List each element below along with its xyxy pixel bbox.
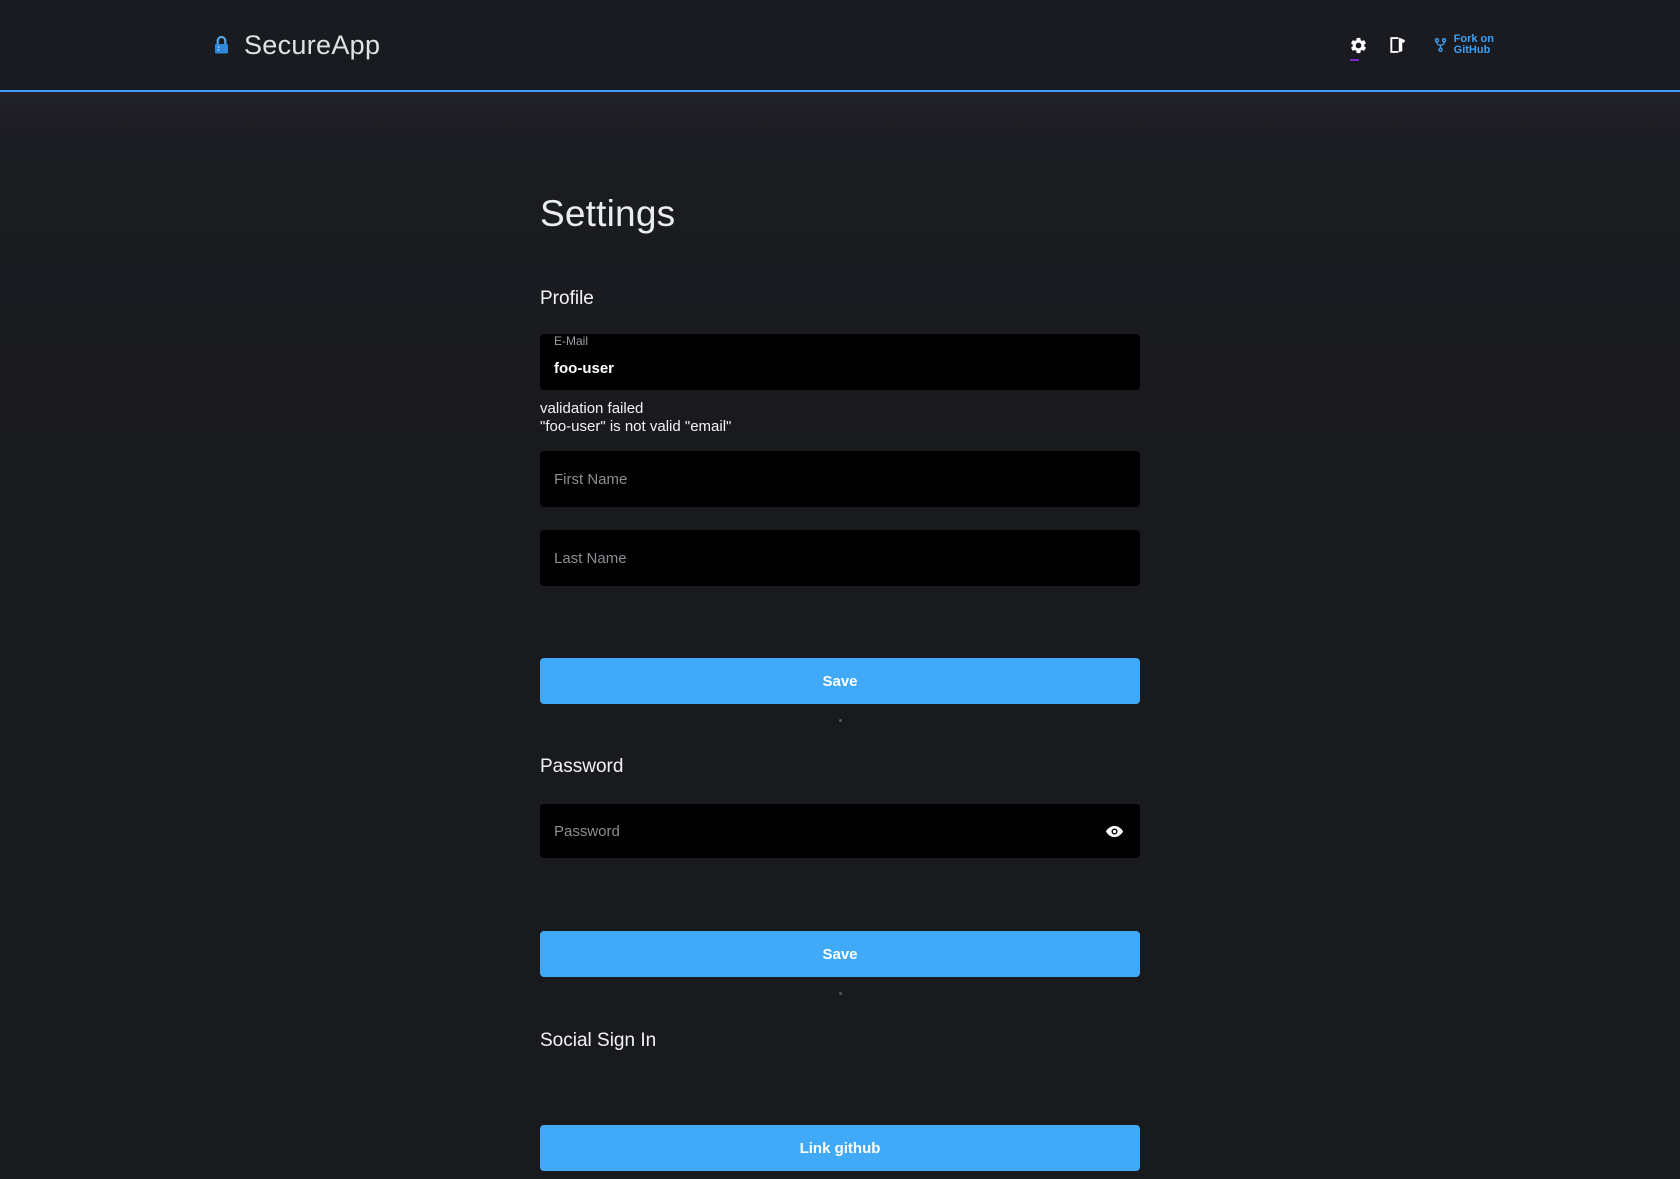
- fork-on-github-link[interactable]: Fork on GitHub: [1432, 33, 1494, 57]
- email-validation-error: validation failed "foo-user" is not vali…: [540, 400, 1140, 435]
- lock-icon: [210, 33, 233, 58]
- settings-page: SecureApp: [0, 0, 1680, 1179]
- header-actions: Fork on GitHub: [1348, 32, 1494, 58]
- password-heading: Password: [540, 756, 1140, 778]
- password-save-button[interactable]: Save: [540, 931, 1140, 977]
- link-github-button[interactable]: Link github: [540, 1125, 1140, 1171]
- main-area: Settings Profile E-Mail validation faile…: [0, 92, 1680, 1177]
- settings-content: Settings Profile E-Mail validation faile…: [540, 92, 1140, 1171]
- gear-badge: [1350, 59, 1359, 61]
- email-field-label: E-Mail: [554, 334, 1126, 348]
- profile-save-button[interactable]: Save: [540, 658, 1140, 704]
- page-title: Settings: [540, 92, 1140, 236]
- password-section-dot: [839, 992, 842, 995]
- door-exit-icon: [1386, 34, 1407, 56]
- eye-icon: [1104, 821, 1125, 842]
- first-name-input[interactable]: [554, 471, 1126, 488]
- password-field[interactable]: [540, 804, 1140, 858]
- settings-button[interactable]: [1348, 32, 1370, 58]
- first-name-field[interactable]: [540, 451, 1140, 507]
- git-fork-icon: [1432, 33, 1449, 57]
- app-title: SecureApp: [244, 30, 380, 61]
- email-field[interactable]: E-Mail: [540, 334, 1140, 390]
- profile-section-dot: [839, 719, 842, 722]
- brand: SecureApp: [210, 30, 380, 61]
- last-name-field[interactable]: [540, 530, 1140, 586]
- validation-line-1: validation failed: [540, 400, 1140, 418]
- logout-button[interactable]: [1386, 32, 1408, 58]
- email-input[interactable]: [554, 348, 1126, 390]
- password-input[interactable]: [554, 823, 1092, 840]
- validation-line-2: "foo-user" is not valid "email": [540, 418, 1140, 436]
- app-header: SecureApp: [0, 0, 1680, 92]
- toggle-password-visibility-button[interactable]: [1102, 819, 1126, 843]
- profile-heading: Profile: [540, 288, 1140, 310]
- gear-icon: [1349, 36, 1368, 55]
- fork-link-label: Fork on GitHub: [1454, 34, 1494, 57]
- social-sign-in-heading: Social Sign In: [540, 1030, 1140, 1052]
- last-name-input[interactable]: [554, 550, 1126, 567]
